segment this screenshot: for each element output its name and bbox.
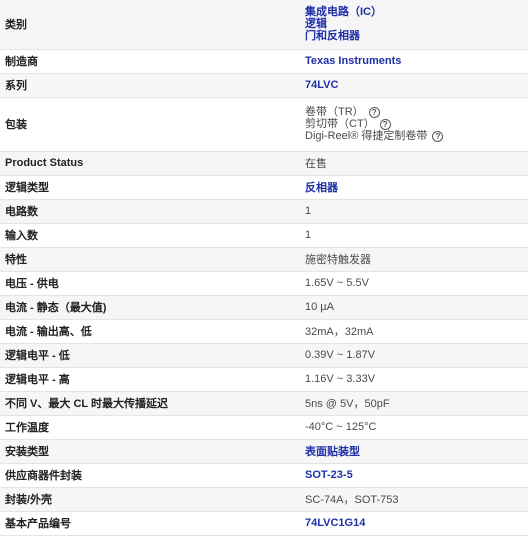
product-attributes-table: 类别 集成电路（IC） 逻辑 门和反相器 制造商 Texas Instrumen… (0, 0, 528, 536)
table-row: 输入数 1 (0, 223, 528, 248)
supplier-package-link[interactable]: SOT-23-5 (305, 469, 353, 481)
packaging-label: 包装 (0, 97, 300, 152)
mounting-type-link[interactable]: 表面贴装型 (305, 446, 360, 458)
table-row: 逻辑类型 反相器 (0, 175, 528, 200)
features-value: 施密特触发器 (305, 254, 371, 266)
table-row: 电流 - 静态（最大值) 10 µA (0, 295, 528, 320)
package-case-value: SC-74A，SOT-753 (305, 494, 399, 506)
packaging-option-tr: 卷带（TR）? (305, 106, 528, 118)
table-row: 电路数 1 (0, 199, 528, 224)
table-row: 电压 - 供电 1.65V ~ 5.5V (0, 271, 528, 296)
packaging-option-ct: 剪切带（CT）? (305, 118, 528, 130)
category-value: 集成电路（IC） 逻辑 门和反相器 (300, 0, 528, 50)
series-label: 系列 (0, 73, 300, 98)
operating-temp-label: 工作温度 (0, 415, 300, 440)
table-row: 逻辑电平 - 低 0.39V ~ 1.87V (0, 343, 528, 368)
table-row: 系列 74LVC (0, 73, 528, 98)
supplier-package-label: 供应商器件封装 (0, 463, 300, 488)
packaging-option-text: Digi-Reel® 得捷定制卷带 (305, 130, 428, 142)
num-circuits-value: 1 (305, 205, 312, 217)
current-output-value: 32mA，32mA (305, 326, 374, 338)
category-link-gates-inverters[interactable]: 门和反相器 (305, 30, 528, 42)
table-row: 供应商器件封装 SOT-23-5 (0, 463, 528, 488)
mounting-type-label: 安装类型 (0, 439, 300, 464)
manufacturer-link[interactable]: Texas Instruments (305, 55, 401, 67)
product-status-label: Product Status (0, 151, 300, 176)
logic-level-low-value: 0.39V ~ 1.87V (305, 349, 376, 361)
series-link[interactable]: 74LVC (305, 79, 338, 91)
logic-type-label: 逻辑类型 (0, 175, 300, 200)
logic-level-high-value: 1.16V ~ 3.33V (305, 373, 376, 385)
table-row: Product Status 在售 (0, 151, 528, 176)
table-row: 逻辑电平 - 高 1.16V ~ 3.33V (0, 367, 528, 392)
table-row: 类别 集成电路（IC） 逻辑 门和反相器 (0, 0, 528, 50)
table-row: 电流 - 输出高、低 32mA，32mA (0, 319, 528, 344)
table-row: 不同 V、最大 CL 时最大传播延迟 5ns @ 5V，50pF (0, 391, 528, 416)
category-label: 类别 (0, 0, 300, 50)
manufacturer-label: 制造商 (0, 49, 300, 74)
table-row: 基本产品编号 74LVC1G14 (0, 511, 528, 536)
current-quiescent-label: 电流 - 静态（最大值) (0, 295, 300, 320)
max-prop-delay-value: 5ns @ 5V，50pF (305, 398, 390, 410)
base-product-link[interactable]: 74LVC1G14 (305, 517, 365, 529)
num-inputs-value: 1 (305, 229, 312, 241)
max-prop-delay-label: 不同 V、最大 CL 时最大传播延迟 (0, 391, 300, 416)
packaging-option-text: 卷带（TR） (305, 106, 364, 118)
features-label: 特性 (0, 247, 300, 272)
logic-type-link[interactable]: 反相器 (305, 182, 338, 194)
voltage-supply-value: 1.65V ~ 5.5V (305, 277, 369, 289)
help-icon[interactable]: ? (432, 130, 444, 142)
packaging-option-text: 剪切带（CT） (305, 118, 375, 130)
num-inputs-label: 输入数 (0, 223, 300, 248)
logic-level-low-label: 逻辑电平 - 低 (0, 343, 300, 368)
category-link-ic[interactable]: 集成电路（IC） (305, 6, 528, 18)
table-row: 工作温度 -40°C ~ 125°C (0, 415, 528, 440)
product-status-value: 在售 (305, 158, 327, 170)
help-icon[interactable]: ? (368, 106, 380, 118)
table-row: 安装类型 表面贴装型 (0, 439, 528, 464)
table-row: 包装 卷带（TR）? 剪切带（CT）? Digi-Reel® 得捷定制卷带? (0, 97, 528, 152)
table-row: 封装/外壳 SC-74A，SOT-753 (0, 487, 528, 512)
table-row: 特性 施密特触发器 (0, 247, 528, 272)
operating-temp-value: -40°C ~ 125°C (305, 421, 377, 433)
logic-level-high-label: 逻辑电平 - 高 (0, 367, 300, 392)
current-output-label: 电流 - 输出高、低 (0, 319, 300, 344)
package-case-label: 封装/外壳 (0, 487, 300, 512)
category-link-logic[interactable]: 逻辑 (305, 18, 528, 30)
base-product-label: 基本产品编号 (0, 511, 300, 536)
current-quiescent-value: 10 µA (305, 301, 334, 313)
voltage-supply-label: 电压 - 供电 (0, 271, 300, 296)
table-row: 制造商 Texas Instruments (0, 49, 528, 74)
num-circuits-label: 电路数 (0, 199, 300, 224)
packaging-value: 卷带（TR）? 剪切带（CT）? Digi-Reel® 得捷定制卷带? (300, 97, 528, 152)
packaging-option-digireel: Digi-Reel® 得捷定制卷带? (305, 130, 528, 142)
help-icon[interactable]: ? (379, 118, 391, 130)
